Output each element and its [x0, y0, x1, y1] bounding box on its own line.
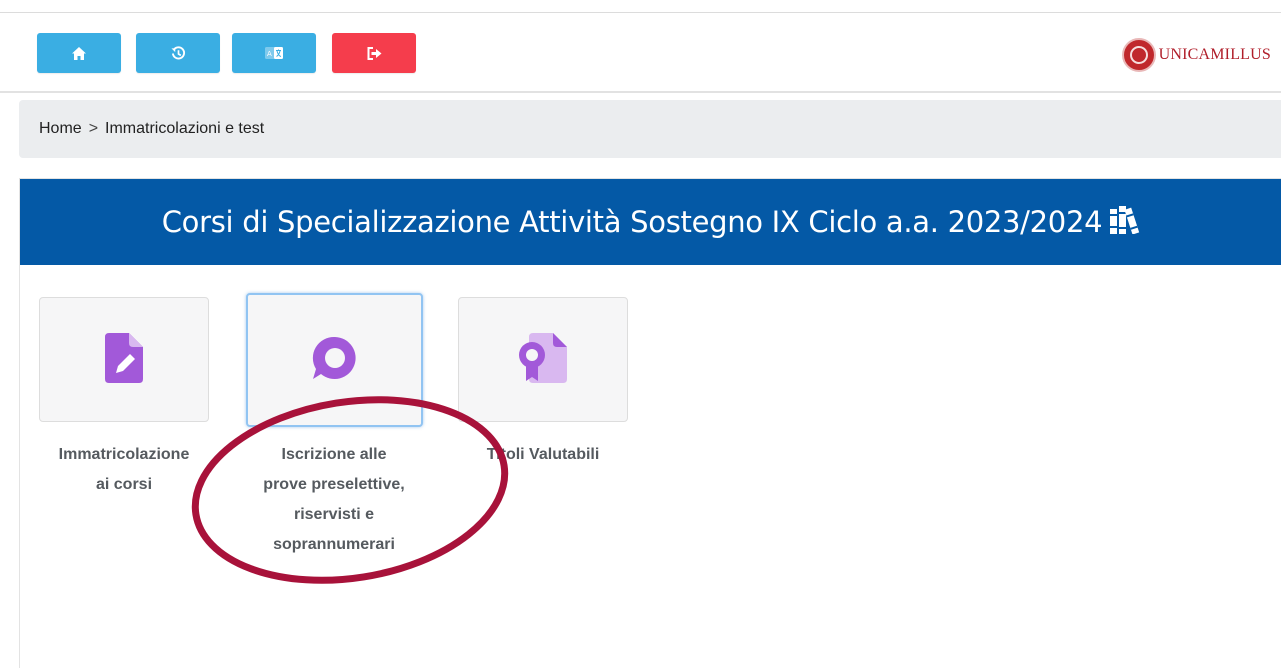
tile-iscrizione-prove[interactable]: [246, 293, 423, 427]
books-icon: [1110, 206, 1140, 238]
language-icon: A: [265, 47, 283, 59]
toolbar: A UNICAMILLUS: [0, 13, 1281, 93]
tile-label-iscrizione-prove[interactable]: Iscrizione alle prove preselettive, rise…: [244, 440, 424, 560]
home-icon: [72, 46, 86, 60]
svg-text:A: A: [267, 50, 272, 58]
unicamillus-logo[interactable]: UNICAMILLUS: [1121, 37, 1271, 73]
university-seal-icon: [1121, 38, 1156, 72]
tile-label-titoli-valutabili[interactable]: Titoli Valutabili: [453, 440, 633, 470]
breadcrumb-separator: >: [88, 120, 99, 137]
page: A UNICAMILLUS Home > Immatricolazioni e …: [0, 0, 1281, 668]
history-button[interactable]: [136, 33, 220, 73]
history-icon: [170, 45, 186, 61]
page-title: Corsi di Specializzazione Attività Soste…: [161, 205, 1103, 239]
file-certificate-icon: [517, 332, 569, 387]
breadcrumb: Home > Immatricolazioni e test: [19, 100, 1281, 158]
tile-label-immatricolazione[interactable]: Immatricolazione ai corsi: [34, 440, 214, 500]
home-button[interactable]: [37, 33, 121, 73]
tile-titoli-valutabili[interactable]: [458, 297, 628, 422]
logout-icon: [367, 46, 382, 60]
courses-panel: Corsi di Specializzazione Attività Soste…: [19, 178, 1281, 668]
logout-button[interactable]: [332, 33, 416, 73]
breadcrumb-home[interactable]: Home: [39, 120, 82, 138]
panel-header: Corsi di Specializzazione Attività Soste…: [20, 179, 1281, 265]
file-edit-icon: [105, 332, 143, 387]
breadcrumb-current: Immatricolazioni e test: [105, 120, 265, 137]
chat-bubble-icon: [312, 335, 358, 385]
tile-immatricolazione[interactable]: [39, 297, 209, 422]
language-button[interactable]: A: [232, 33, 316, 73]
logo-text: UNICAMILLUS: [1158, 46, 1271, 63]
